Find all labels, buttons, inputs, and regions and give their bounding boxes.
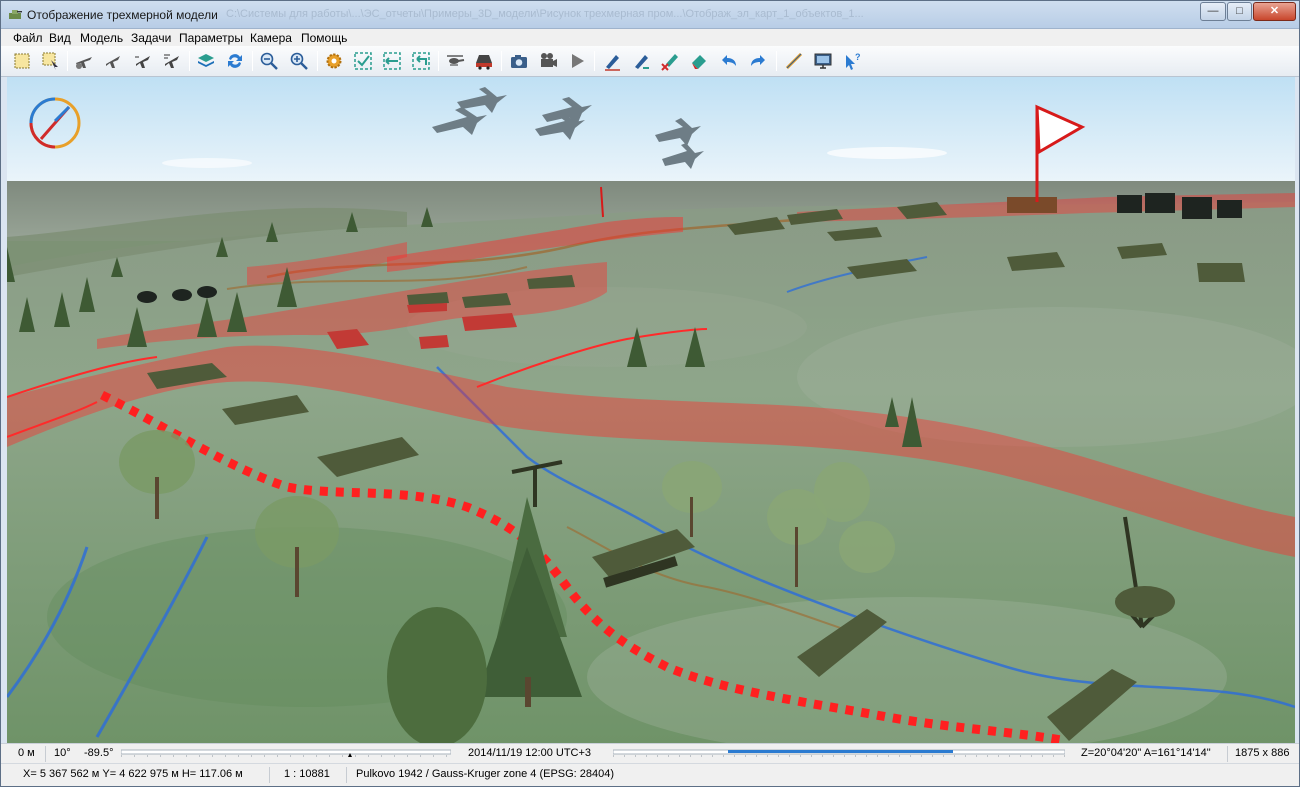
- map-scale-value: 1 : 10881: [284, 768, 330, 780]
- camera-icon[interactable]: [508, 50, 530, 72]
- plane-1-icon[interactable]: [73, 50, 95, 72]
- cloud: [162, 158, 252, 168]
- datetime-value: 2014/11/19 12:00 UTC+3: [468, 747, 592, 759]
- window-file-path: C:\Системы для работы\...\ЭС_отчеты\Прим…: [226, 8, 864, 20]
- menu-view[interactable]: Вид: [49, 31, 71, 45]
- delete-x-icon[interactable]: [659, 50, 681, 72]
- toolbar-separator: [189, 51, 190, 71]
- tilt-value: 10°: [54, 747, 71, 759]
- plane-3-icon[interactable]: [132, 50, 154, 72]
- eraser-icon[interactable]: [688, 50, 710, 72]
- select-rect-icon[interactable]: [11, 50, 33, 72]
- play-icon[interactable]: [566, 50, 588, 72]
- view-angles-value: Z=20°04'20" A=161°14'14": [1081, 747, 1211, 759]
- help-pointer-icon[interactable]: ?: [841, 50, 863, 72]
- status-bar-top: 0 м 10° -89.5° 2014/11/19 12:00 UTC+3 Z=…: [1, 743, 1299, 763]
- menu-bar: Файл Вид Модель Задачи Параметры Камера …: [1, 29, 1299, 46]
- zoom-in-icon[interactable]: [288, 50, 310, 72]
- resolution-value: 1875 x 886: [1235, 747, 1290, 759]
- zoom-out-icon[interactable]: [258, 50, 280, 72]
- toolbar-separator: [776, 51, 777, 71]
- window-title: Отображение трехмерной модели: [27, 8, 218, 22]
- status-separator: [346, 767, 347, 783]
- refresh-icon[interactable]: [224, 50, 246, 72]
- coordinates-value: X= 5 367 562 м Y= 4 622 975 м H= 117.06 …: [23, 768, 243, 780]
- distance-value: 0 м: [18, 747, 35, 759]
- menu-help[interactable]: Помощь: [301, 31, 347, 45]
- pen-edit-icon[interactable]: [601, 50, 623, 72]
- heading-scale-slider[interactable]: [121, 748, 451, 759]
- toolbar-separator: [594, 51, 595, 71]
- vehicle-icon[interactable]: [473, 50, 495, 72]
- toolbar-separator: [438, 51, 439, 71]
- pen-edit-2-icon[interactable]: [630, 50, 652, 72]
- maximize-button[interactable]: □: [1227, 2, 1252, 21]
- status-separator: [269, 767, 270, 783]
- menu-model[interactable]: Модель: [80, 31, 123, 45]
- heading-value: -89.5°: [84, 747, 114, 759]
- plane-2-icon[interactable]: [102, 50, 124, 72]
- menu-camera[interactable]: Камера: [250, 31, 292, 45]
- toolbar-separator: [252, 51, 253, 71]
- draw-line-icon[interactable]: [783, 50, 805, 72]
- select-object-icon[interactable]: [40, 50, 62, 72]
- projection-value: Pulkovo 1942 / Gauss-Kruger zone 4 (EPSG…: [356, 768, 615, 780]
- time-scale-slider[interactable]: [613, 748, 1065, 759]
- helicopter-icon[interactable]: [444, 50, 466, 72]
- toolbar-separator: [67, 51, 68, 71]
- 3d-scene-viewport[interactable]: [7, 77, 1295, 743]
- undo-icon[interactable]: [718, 50, 740, 72]
- application-window: Отображение трехмерной модели C:\Системы…: [0, 0, 1300, 787]
- fit-back-icon[interactable]: [410, 50, 432, 72]
- menu-tasks[interactable]: Задачи: [131, 31, 171, 45]
- monitor-icon[interactable]: [812, 50, 834, 72]
- status-bar-bottom: X= 5 367 562 м Y= 4 622 975 м H= 117.06 …: [1, 763, 1299, 786]
- menu-file[interactable]: Файл: [13, 31, 43, 45]
- fit-horizontal-icon[interactable]: [381, 50, 403, 72]
- layers-icon[interactable]: [195, 50, 217, 72]
- redo-icon[interactable]: [747, 50, 769, 72]
- settings-gear-icon[interactable]: [323, 50, 345, 72]
- menu-parameters[interactable]: Параметры: [179, 31, 243, 45]
- app-icon: [9, 10, 22, 19]
- plane-4-icon[interactable]: [161, 50, 183, 72]
- minimize-button[interactable]: —: [1200, 2, 1226, 21]
- cloud: [827, 147, 947, 159]
- check-fit-icon[interactable]: [352, 50, 374, 72]
- close-button[interactable]: ✕: [1253, 2, 1296, 21]
- terrain-scene[interactable]: [7, 77, 1295, 743]
- status-separator: [1227, 746, 1228, 762]
- title-bar: Отображение трехмерной модели C:\Системы…: [1, 1, 1299, 29]
- toolbar-separator: [501, 51, 502, 71]
- toolbar: ?: [1, 46, 1299, 77]
- video-camera-icon[interactable]: [537, 50, 559, 72]
- status-separator: [45, 746, 46, 762]
- svg-text:?: ?: [855, 52, 861, 62]
- toolbar-separator: [317, 51, 318, 71]
